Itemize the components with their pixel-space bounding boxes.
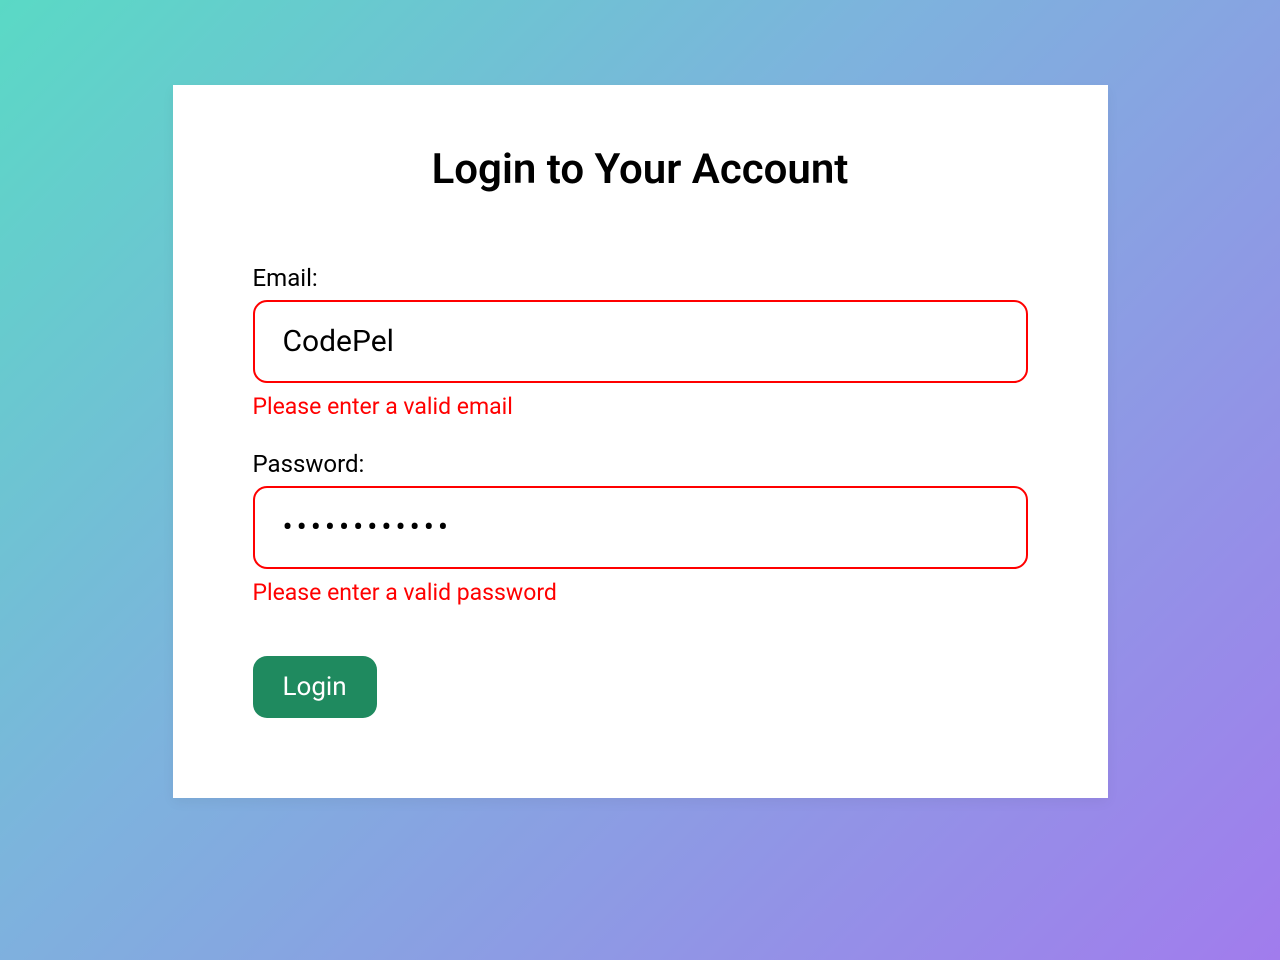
password-label: Password: — [253, 450, 1028, 478]
email-field[interactable] — [253, 300, 1028, 383]
login-button[interactable]: Login — [253, 656, 377, 718]
email-label: Email: — [253, 264, 1028, 292]
login-card: Login to Your Account Email: Please ente… — [173, 85, 1108, 798]
password-error: Please enter a valid password — [253, 579, 1028, 606]
password-group: Password: Please enter a valid password — [253, 450, 1028, 606]
password-field[interactable] — [253, 486, 1028, 569]
page-title: Login to Your Account — [253, 145, 1028, 194]
email-error: Please enter a valid email — [253, 393, 1028, 420]
email-group: Email: Please enter a valid email — [253, 264, 1028, 420]
